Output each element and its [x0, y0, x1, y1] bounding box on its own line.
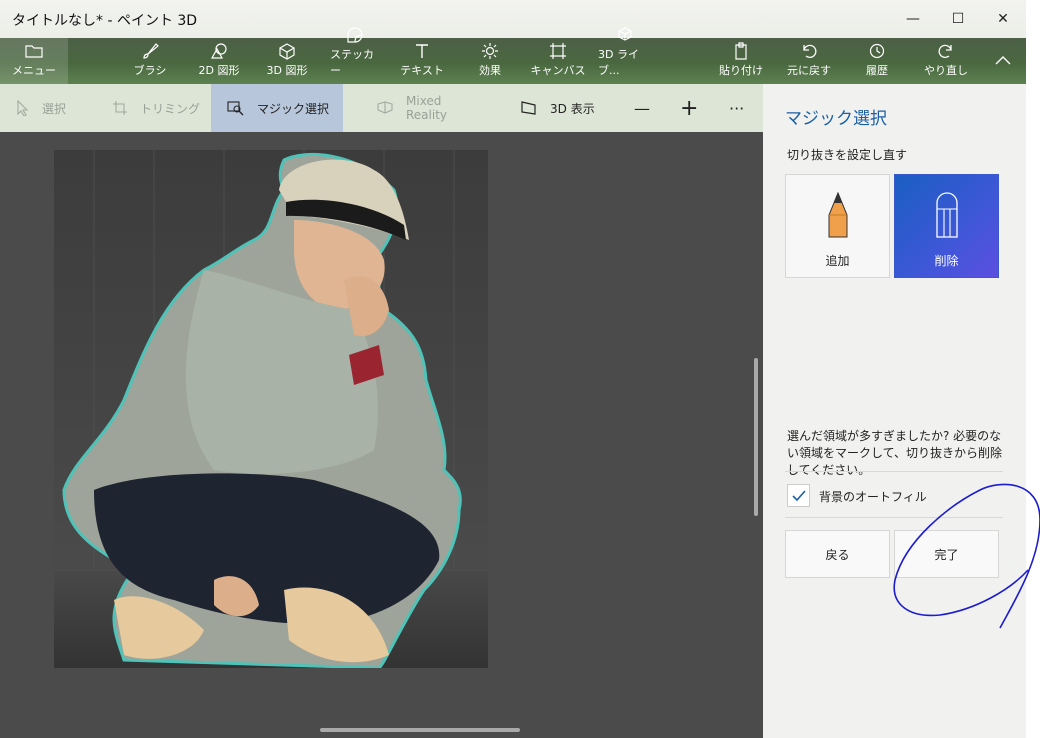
window-title: タイトルなし* - ペイント 3D [12, 13, 198, 29]
magic-select-icon [227, 100, 245, 116]
paste-button[interactable]: 貼り付け [716, 38, 766, 84]
sticker-tool[interactable]: ステッカー [330, 27, 380, 84]
vertical-scrollbar[interactable] [754, 358, 758, 516]
redo-button[interactable]: やり直し [922, 38, 970, 84]
canvas-icon [548, 42, 568, 60]
add-label: 追加 [825, 254, 850, 268]
2d-shapes-icon [209, 42, 229, 60]
menu-button[interactable]: メニュー [0, 38, 68, 84]
collapse-ribbon-button[interactable] [988, 38, 1018, 84]
effects-label: 効果 [479, 64, 501, 77]
select-label: 選択 [42, 101, 67, 116]
magic-select-label: マジック選択 [257, 101, 330, 116]
minus-icon: — [634, 98, 650, 118]
panel-subtitle: 切り抜きを設定し直す [787, 148, 908, 162]
3d-library-tool[interactable]: 3D ライブ... [598, 27, 656, 84]
back-button[interactable]: 戻る [785, 530, 890, 578]
history-button[interactable]: 履歴 [856, 38, 898, 84]
remove-button[interactable]: 削除 [894, 174, 999, 278]
cube-icon [277, 42, 297, 60]
paste-label: 貼り付け [719, 64, 763, 77]
tool-options-bar: 選択 トリミング マジック選択 Mixed Reality 3D 表示 — + … [0, 84, 763, 132]
plus-icon: + [680, 95, 699, 121]
3d-shapes-label: 3D 図形 [266, 64, 308, 77]
pencil-icon [828, 191, 847, 238]
magic-select-panel: マジック選択 切り抜きを設定し直す 追加 削除 選んだ領域が多すぎましたか? 必… [763, 84, 1026, 738]
folder-icon [24, 42, 44, 60]
maximize-button[interactable]: ☐ [935, 0, 981, 38]
done-button[interactable]: 完了 [894, 530, 999, 578]
panel-title: マジック選択 [785, 109, 887, 129]
redo-icon [936, 42, 956, 60]
mixed-reality-icon [376, 101, 394, 115]
history-icon [867, 42, 887, 60]
minimize-button[interactable]: — [890, 0, 936, 38]
2d-shapes-label: 2D 図形 [198, 64, 240, 77]
divider-bottom [785, 517, 1003, 518]
ribbon: メニュー ブラシ 2D 図形 3D 図形 ステッカー テキスト 効果 キャンバス… [0, 27, 1026, 84]
minimize-icon: — [906, 11, 920, 27]
crop-icon [112, 100, 128, 116]
eraser-icon [935, 192, 958, 238]
title-bar: タイトルなし* - ペイント 3D — ☐ ✕ [0, 0, 1026, 38]
effects-tool[interactable]: 効果 [470, 38, 510, 84]
history-label: 履歴 [866, 64, 888, 77]
more-options-button[interactable]: ··· [729, 84, 753, 132]
text-label: テキスト [400, 64, 444, 77]
add-button[interactable]: 追加 [785, 174, 890, 278]
3d-view-icon [520, 100, 538, 116]
more-icon: ··· [729, 98, 745, 118]
close-icon: ✕ [997, 11, 1009, 27]
2d-shapes-tool[interactable]: 2D 図形 [194, 38, 244, 84]
close-button[interactable]: ✕ [980, 0, 1026, 38]
view-3d-button[interactable]: 3D 表示 [520, 84, 600, 132]
autofill-checkbox[interactable] [787, 484, 810, 507]
3d-shapes-tool[interactable]: 3D 図形 [262, 38, 312, 84]
cursor-icon [16, 100, 30, 116]
brush-icon [140, 42, 160, 60]
3d-library-icon [617, 26, 637, 44]
maximize-icon: ☐ [951, 11, 965, 27]
mixed-reality-label: Mixed Reality [406, 94, 448, 122]
chevron-up-icon [993, 51, 1013, 69]
text-tool[interactable]: テキスト [400, 38, 444, 84]
clipboard-icon [731, 42, 751, 60]
divider-top [785, 471, 1003, 472]
menu-label: メニュー [12, 64, 56, 77]
undo-icon [799, 42, 819, 60]
undo-button[interactable]: 元に戻す [782, 38, 836, 84]
canvas-tool[interactable]: キャンバス [530, 38, 586, 84]
zoom-in-button[interactable]: + [680, 84, 700, 132]
zoom-out-button[interactable]: — [634, 84, 654, 132]
text-icon [412, 42, 432, 60]
brush-tool[interactable]: ブラシ [130, 38, 170, 84]
view-3d-label: 3D 表示 [550, 101, 595, 116]
canvas-label: キャンバス [530, 64, 586, 77]
remove-label: 削除 [934, 254, 959, 268]
crop-button[interactable]: トリミング [112, 84, 202, 132]
crop-label: トリミング [140, 101, 201, 116]
autofill-label: 背景のオートフィル [819, 490, 927, 504]
photo-image[interactable] [54, 150, 488, 670]
magic-select-button[interactable]: マジック選択 [211, 84, 343, 132]
sun-icon [480, 42, 500, 60]
redo-label: やり直し [924, 64, 968, 77]
sticker-label: ステッカー [330, 48, 374, 77]
checkmark-icon [791, 489, 806, 501]
select-button[interactable]: 選択 [16, 84, 86, 132]
mixed-reality-button[interactable]: Mixed Reality [376, 84, 486, 132]
brush-label: ブラシ [133, 64, 167, 77]
3d-library-label: 3D ライブ... [598, 48, 639, 77]
horizontal-scrollbar[interactable] [320, 728, 520, 732]
sticker-icon [345, 26, 365, 44]
undo-label: 元に戻す [787, 64, 831, 77]
